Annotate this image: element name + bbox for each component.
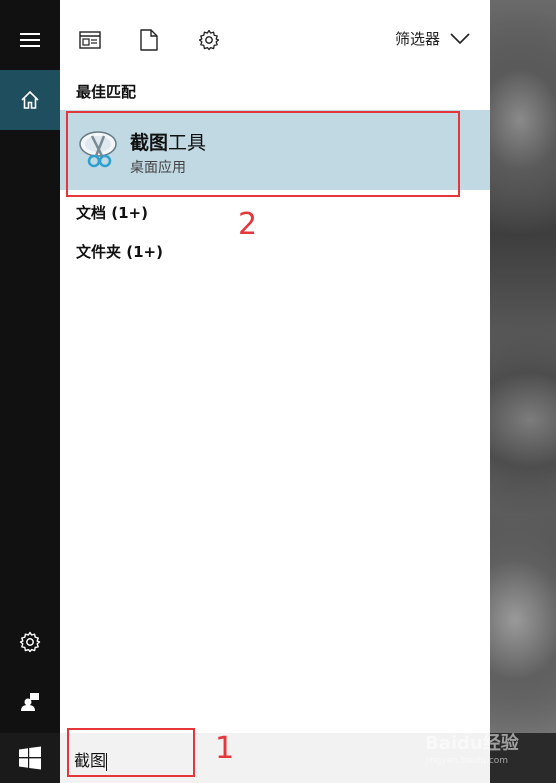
documents-heading[interactable]: 文档 (1+): [76, 202, 148, 223]
annotation-number-step1: 1: [215, 731, 235, 766]
baidu-watermark: Baidu经验 jingyan.baidu.com: [425, 733, 519, 767]
best-match-heading: 最佳匹配: [76, 83, 137, 101]
windows-logo-icon: [19, 746, 41, 770]
filter-dropdown[interactable]: 筛选器: [395, 28, 470, 49]
app-window-icon: [79, 31, 101, 49]
search-panel: 筛选器 最佳匹配 截图工具 桌面应用 文档 (1+) 文件夹 (1+): [60, 0, 490, 733]
chevron-down-icon: [450, 32, 470, 44]
gear-icon: [19, 631, 41, 653]
home-button[interactable]: [0, 70, 60, 130]
apps-filter-button[interactable]: [72, 22, 108, 58]
hamburger-icon: [20, 33, 40, 47]
user-feedback-icon: [21, 693, 39, 711]
account-button[interactable]: [0, 672, 60, 732]
rail-settings-button[interactable]: [0, 612, 60, 672]
menu-button[interactable]: [0, 10, 60, 70]
gear-icon: [198, 29, 220, 51]
annotation-box-step2: [66, 111, 460, 197]
documents-filter-button[interactable]: [131, 22, 167, 58]
document-icon: [140, 29, 158, 51]
annotation-number-step2: 2: [238, 207, 258, 242]
annotation-box-step1: [67, 728, 195, 777]
settings-filter-button[interactable]: [191, 22, 227, 58]
home-icon: [21, 90, 39, 109]
watermark-brand: Baidu经验: [425, 733, 519, 754]
watermark-url: jingyan.baidu.com: [425, 756, 509, 766]
start-button[interactable]: [0, 733, 60, 783]
filter-label: 筛选器: [394, 30, 440, 48]
search-toolbar: 筛选器: [60, 0, 490, 76]
start-left-rail: [0, 0, 60, 733]
folders-heading[interactable]: 文件夹 (1+): [76, 241, 163, 262]
